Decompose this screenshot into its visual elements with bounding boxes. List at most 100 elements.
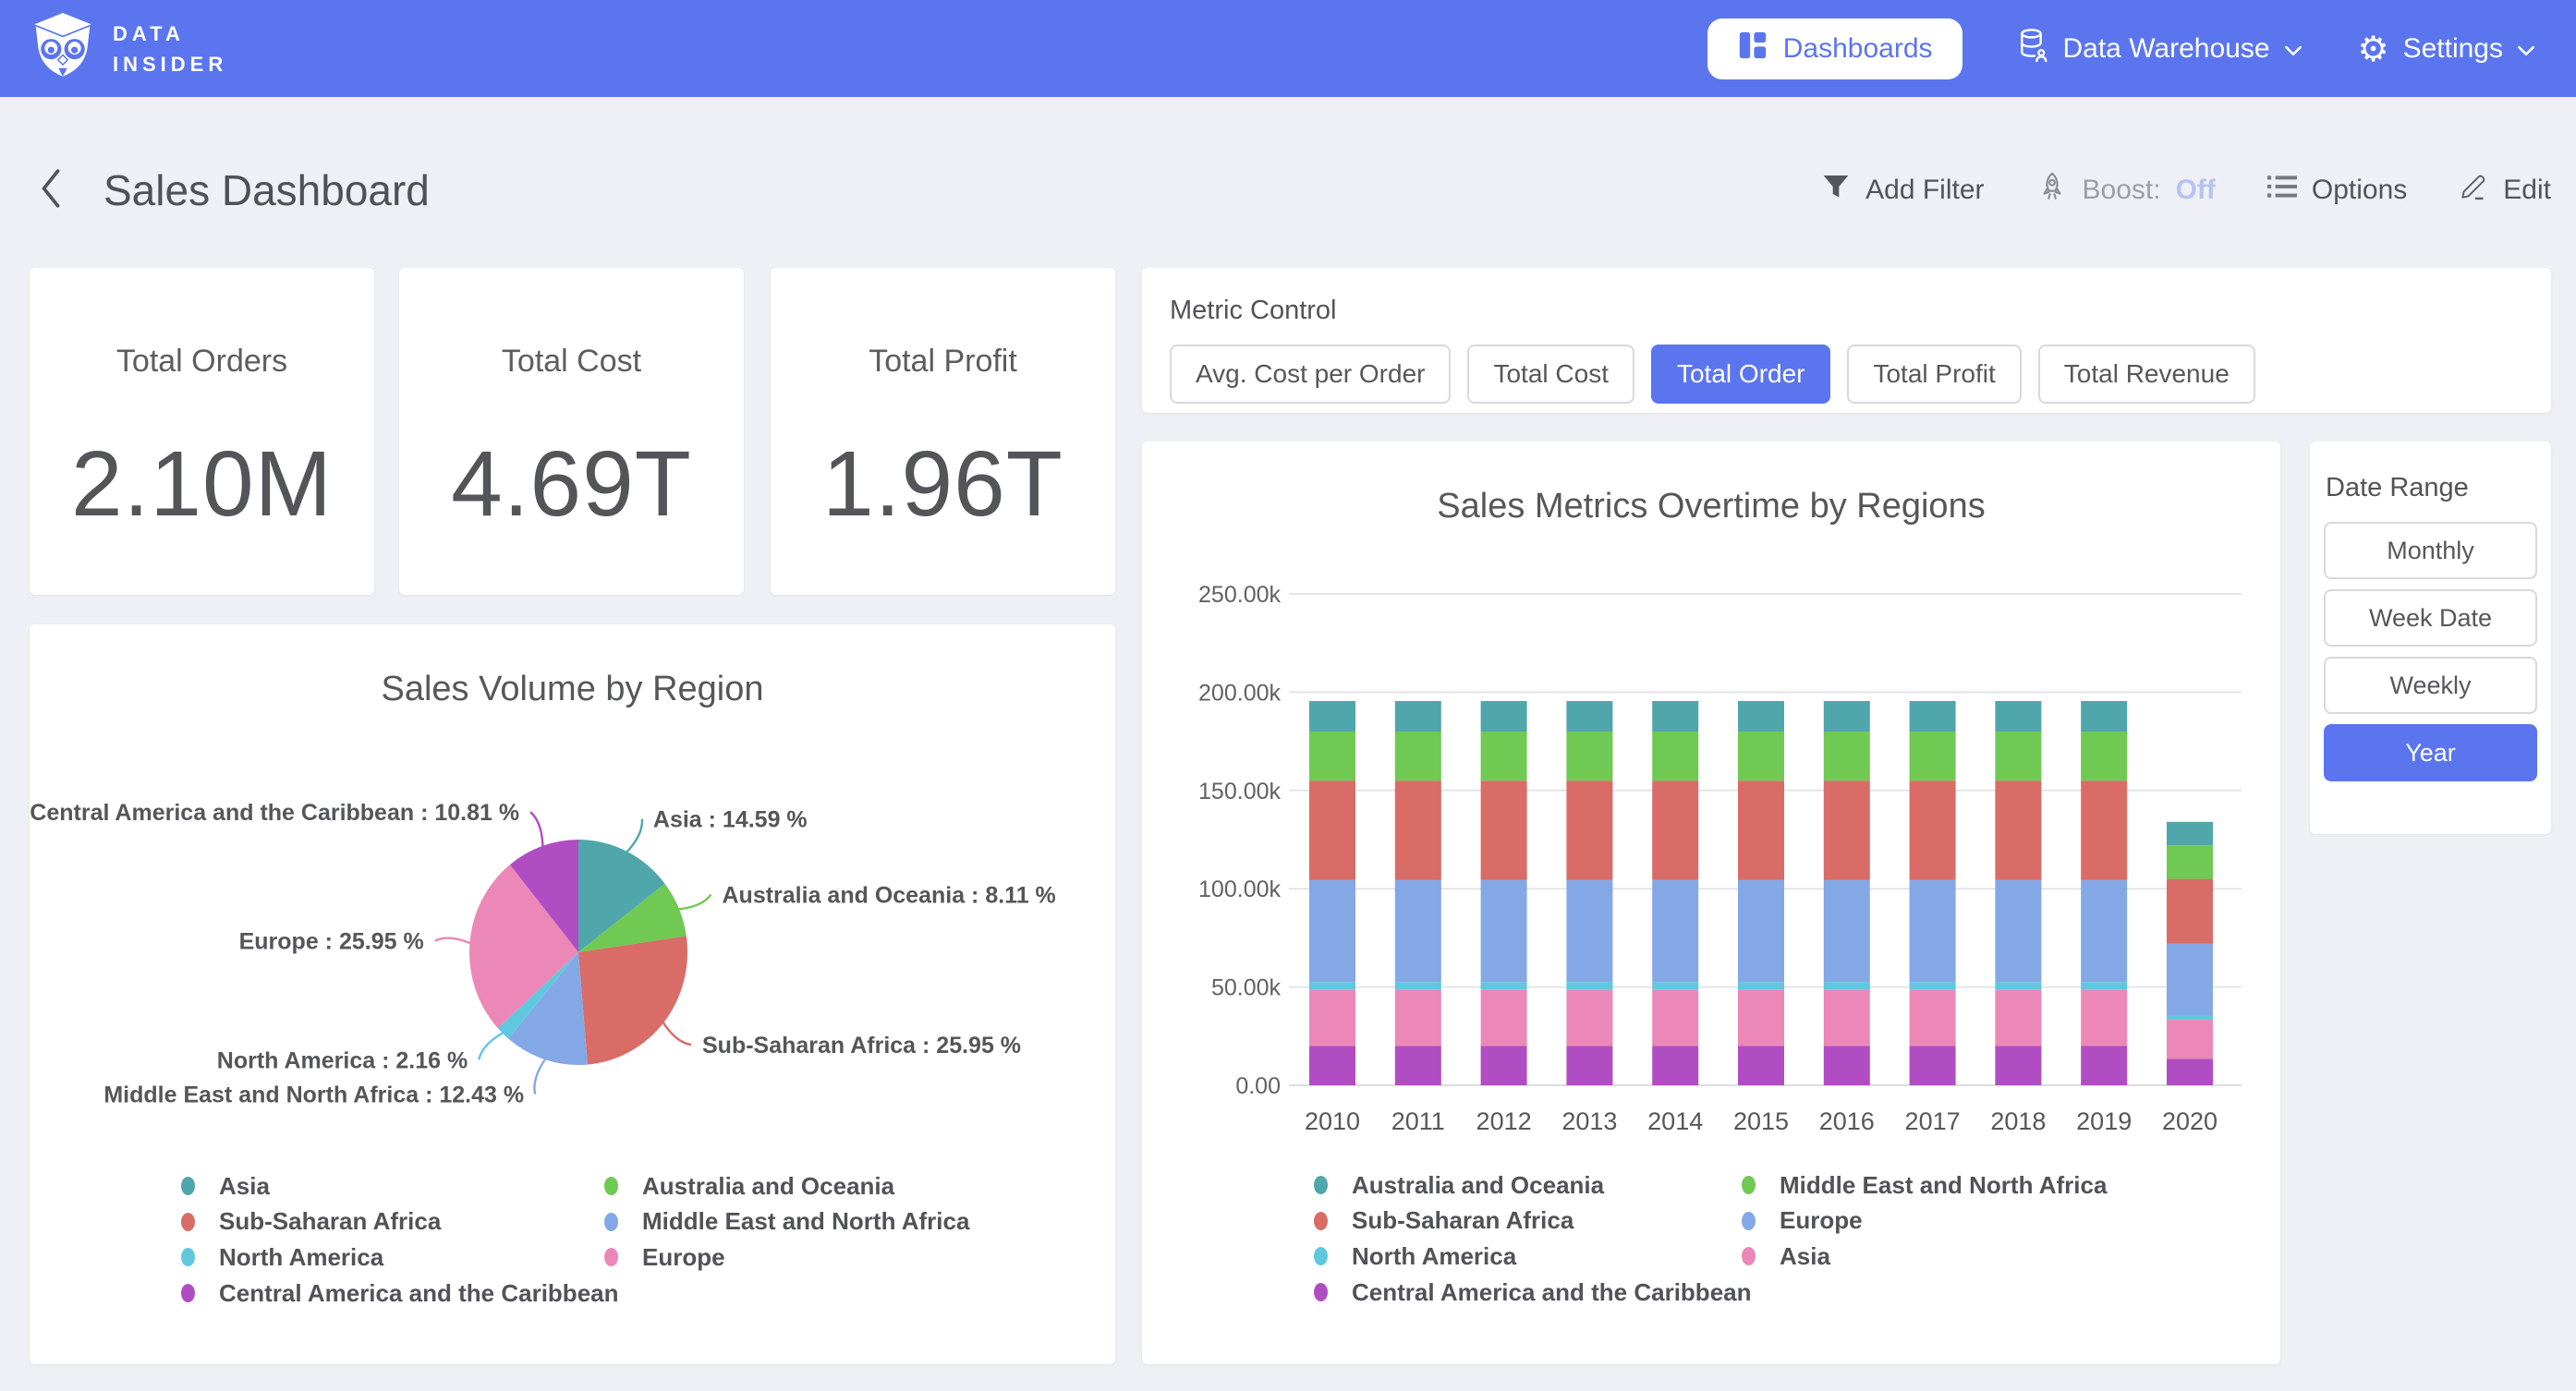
bar-segment[interactable]: [1566, 990, 1612, 1046]
bar-segment[interactable]: [2167, 822, 2213, 846]
bar-segment[interactable]: [2167, 1058, 2213, 1085]
bar-segment[interactable]: [1395, 982, 1441, 990]
bar-segment[interactable]: [1738, 982, 1784, 990]
bar-segment[interactable]: [1910, 701, 1956, 732]
metric-option-button[interactable]: Total Order: [1651, 345, 1831, 404]
options-button[interactable]: Options: [2267, 174, 2407, 207]
bar-segment[interactable]: [2167, 1016, 2213, 1020]
bar-segment[interactable]: [1309, 780, 1355, 880]
bar-segment[interactable]: [1995, 982, 2041, 990]
bar-segment[interactable]: [1738, 701, 1784, 732]
bar-segment[interactable]: [1824, 732, 1870, 780]
bar-segment[interactable]: [1481, 732, 1527, 780]
bar-segment[interactable]: [1910, 982, 1956, 990]
bar-segment[interactable]: [1309, 1046, 1355, 1085]
bar-segment[interactable]: [2081, 780, 2127, 880]
bar-segment[interactable]: [1738, 732, 1784, 780]
metric-option-button[interactable]: Total Profit: [1847, 345, 2021, 404]
y-axis-tick-label: 100.00k: [1198, 877, 1281, 902]
bar-segment[interactable]: [1738, 990, 1784, 1046]
bar-segment[interactable]: [1995, 780, 2041, 880]
bar-segment[interactable]: [1738, 1046, 1784, 1085]
bar-segment[interactable]: [1824, 880, 1870, 983]
nav-item-settings[interactable]: ⚙ Settings: [2358, 31, 2535, 67]
bar-segment[interactable]: [1566, 732, 1612, 780]
bar-segment[interactable]: [2081, 990, 2127, 1046]
bar-segment[interactable]: [1652, 990, 1698, 1046]
bar-segment[interactable]: [1481, 880, 1527, 983]
bar-segment[interactable]: [1652, 732, 1698, 780]
bar-segment[interactable]: [1910, 880, 1956, 983]
bar-segment[interactable]: [1910, 990, 1956, 1046]
bar-segment[interactable]: [2081, 880, 2127, 983]
bar-segment[interactable]: [1395, 1046, 1441, 1085]
bar-segment[interactable]: [1395, 732, 1441, 780]
bar-segment[interactable]: [1309, 880, 1355, 983]
bar-segment[interactable]: [2081, 701, 2127, 732]
bar-segment[interactable]: [1824, 1046, 1870, 1085]
legend-item: Asia: [181, 1177, 619, 1195]
date-range-option-button[interactable]: Year: [2324, 724, 2537, 781]
bar-segment[interactable]: [1995, 701, 2041, 732]
bar-segment[interactable]: [1309, 701, 1355, 732]
bar-segment[interactable]: [1995, 732, 2041, 780]
date-range-option-button[interactable]: Weekly: [2324, 657, 2537, 714]
bar-segment[interactable]: [1395, 880, 1441, 983]
bar-segment[interactable]: [2167, 944, 2213, 1016]
bar-segment[interactable]: [1995, 990, 2041, 1046]
bar-segment[interactable]: [1309, 982, 1355, 990]
bar-segment[interactable]: [1738, 880, 1784, 983]
bar-segment[interactable]: [2081, 982, 2127, 990]
metric-option-button[interactable]: Total Cost: [1467, 345, 1634, 404]
bar-segment[interactable]: [1566, 1046, 1612, 1085]
bar-segment[interactable]: [1824, 701, 1870, 732]
bar-segment[interactable]: [1652, 780, 1698, 880]
bar-segment[interactable]: [1566, 982, 1612, 990]
bar-segment[interactable]: [2167, 879, 2213, 944]
bar-segment[interactable]: [2081, 1046, 2127, 1085]
bar-segment[interactable]: [1824, 982, 1870, 990]
back-button[interactable]: [37, 167, 65, 214]
boost-toggle[interactable]: Boost: Off: [2036, 170, 2216, 211]
date-range-option-button[interactable]: Monthly: [2324, 522, 2537, 579]
edit-button[interactable]: Edit: [2459, 172, 2551, 209]
bar-segment[interactable]: [1995, 880, 2041, 983]
bar-segment[interactable]: [2167, 1020, 2213, 1059]
bar-segment[interactable]: [1481, 990, 1527, 1046]
bar-segment[interactable]: [1824, 780, 1870, 880]
bar-segment[interactable]: [1652, 1046, 1698, 1085]
bar-segment[interactable]: [1309, 990, 1355, 1046]
bar-segment[interactable]: [1824, 990, 1870, 1046]
nav-item-data-warehouse[interactable]: Data Warehouse: [2018, 28, 2303, 70]
bar-segment[interactable]: [1652, 701, 1698, 732]
bar-segment[interactable]: [1910, 780, 1956, 880]
bar-segment[interactable]: [1566, 701, 1612, 732]
x-axis-tick-label: 2018: [1990, 1107, 2046, 1135]
bar-segment[interactable]: [1910, 1046, 1956, 1085]
bar-segment[interactable]: [1652, 982, 1698, 990]
metric-option-button[interactable]: Avg. Cost per Order: [1170, 345, 1451, 404]
date-range-option-button[interactable]: Week Date: [2324, 589, 2537, 647]
bar-segment[interactable]: [1481, 982, 1527, 990]
bar-segment[interactable]: [1481, 701, 1527, 732]
bar-segment[interactable]: [1481, 780, 1527, 880]
bar-segment[interactable]: [1481, 1046, 1527, 1085]
legend-label: Asia: [1780, 1242, 1830, 1271]
bar-segment[interactable]: [2081, 732, 2127, 780]
bar-segment[interactable]: [1395, 780, 1441, 880]
nav-item-dashboards[interactable]: Dashboards: [1707, 18, 1962, 79]
bar-segment[interactable]: [2167, 845, 2213, 878]
metric-option-button[interactable]: Total Revenue: [2038, 345, 2255, 404]
pie-slice[interactable]: [578, 936, 687, 1064]
bar-segment[interactable]: [1738, 780, 1784, 880]
bar-segment[interactable]: [1910, 732, 1956, 780]
bar-segment[interactable]: [1566, 880, 1612, 983]
bar-segment[interactable]: [1395, 701, 1441, 732]
y-axis-tick-label: 200.00k: [1198, 680, 1281, 706]
bar-segment[interactable]: [1652, 880, 1698, 983]
bar-segment[interactable]: [1309, 732, 1355, 780]
bar-segment[interactable]: [1566, 780, 1612, 880]
bar-segment[interactable]: [1995, 1046, 2041, 1085]
bar-segment[interactable]: [1395, 990, 1441, 1046]
add-filter-button[interactable]: Add Filter: [1821, 172, 1984, 209]
